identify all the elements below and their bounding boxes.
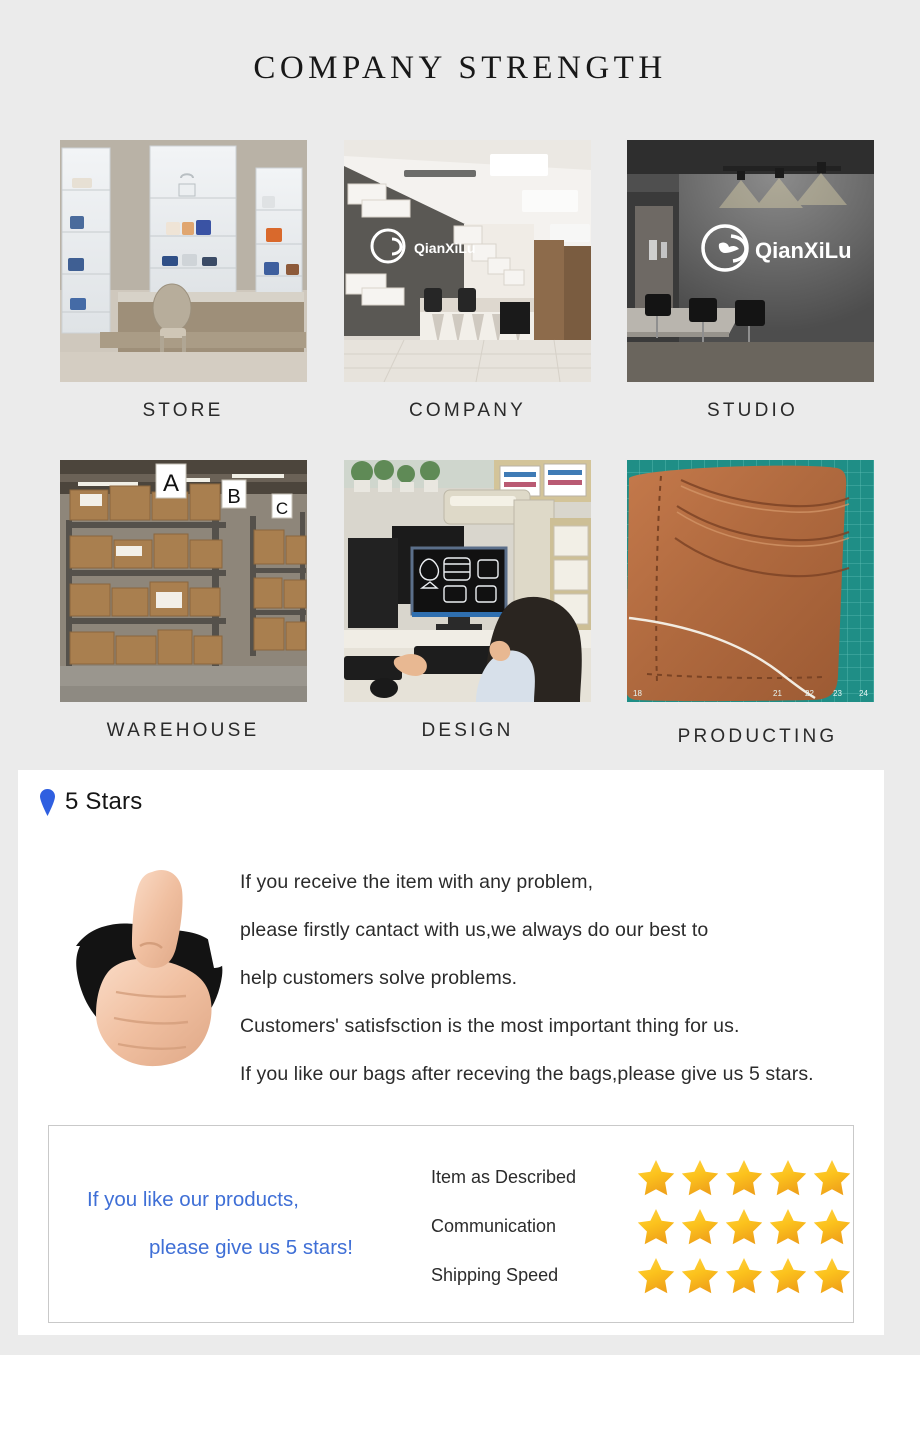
star-icon xyxy=(637,1208,675,1245)
strength-gallery: STORE QianXiLu COMPANY QianXiLu STUDIO A… xyxy=(60,140,875,780)
rating-row-communication: Communication xyxy=(431,1202,851,1251)
star-icon xyxy=(813,1257,851,1294)
star-icon xyxy=(681,1257,719,1294)
company-photo[interactable]: QianXiLu xyxy=(344,140,591,382)
studio-photo[interactable]: QianXiLu xyxy=(627,140,874,382)
star-icon xyxy=(725,1208,763,1245)
star-icon xyxy=(637,1159,675,1196)
svg-text:23: 23 xyxy=(833,689,842,698)
review-text-block: If you receive the item with any problem… xyxy=(240,858,860,1098)
svg-text:22: 22 xyxy=(805,689,814,698)
star-icon xyxy=(637,1257,675,1294)
page-root: COMPANY STRENGTH STORE QianXiLu COMPANY … xyxy=(0,0,920,1430)
gallery-caption-warehouse: WAREHOUSE xyxy=(106,720,260,741)
promo-line-2: please give us 5 stars! xyxy=(149,1236,353,1259)
promo-text-block: If you like our products, please give us… xyxy=(87,1176,407,1272)
rating-row-shipping-speed: Shipping Speed xyxy=(431,1251,851,1300)
star-icon xyxy=(681,1159,719,1196)
gallery-item-warehouse[interactable]: A B C WAREHOUSE xyxy=(60,460,307,742)
rating-label: Communication xyxy=(431,1216,557,1236)
star-icon xyxy=(769,1159,807,1196)
gallery-item-company[interactable]: QianXiLu COMPANY xyxy=(344,140,591,422)
star-icon xyxy=(769,1208,807,1245)
gallery-caption-producing: PRODUCTING xyxy=(677,726,838,747)
review-card: 5 Stars If you receive the item with any… xyxy=(18,770,884,1335)
store-photo[interactable] xyxy=(60,140,307,382)
review-line: help customers solve problems. xyxy=(240,967,518,989)
svg-text:QianXiLu: QianXiLu xyxy=(755,238,852,263)
rating-label: Shipping Speed xyxy=(431,1265,559,1285)
producing-photo[interactable]: 18 21 22 23 24 xyxy=(627,460,874,702)
svg-text:24: 24 xyxy=(859,689,868,698)
rating-rows: Item as Described Communication Shipping… xyxy=(431,1153,851,1300)
star-rating-item-as-described xyxy=(637,1159,851,1196)
rating-label: Item as Described xyxy=(431,1167,577,1187)
star-icon xyxy=(725,1159,763,1196)
gallery-item-store[interactable]: STORE xyxy=(60,140,307,422)
star-icon xyxy=(813,1208,851,1245)
gallery-row-1: STORE QianXiLu COMPANY QianXiLu STUDIO xyxy=(60,140,875,460)
review-line: please firstly cantact with us,we always… xyxy=(240,919,709,941)
svg-text:21: 21 xyxy=(773,689,782,698)
gallery-caption-store: STORE xyxy=(142,400,224,421)
svg-text:C: C xyxy=(276,499,288,518)
star-icon xyxy=(769,1257,807,1294)
gallery-item-design[interactable]: DESIGN xyxy=(344,460,591,742)
gallery-row-2: A B C WAREHOUSE DESIGN 18 21 22 23 24 PR… xyxy=(60,460,875,780)
warehouse-photo[interactable]: A B C xyxy=(60,460,307,702)
review-heading: 5 Stars xyxy=(65,788,143,815)
review-card-header: 5 Stars xyxy=(40,788,142,816)
review-line: If you receive the item with any problem… xyxy=(240,871,594,893)
rating-row-item-as-described: Item as Described xyxy=(431,1153,851,1202)
star-icon xyxy=(813,1159,851,1196)
gallery-caption-design: DESIGN xyxy=(421,720,514,741)
design-photo[interactable] xyxy=(344,460,591,702)
svg-text:18: 18 xyxy=(633,689,642,698)
location-pin-icon xyxy=(40,788,55,816)
gallery-caption-company: COMPANY xyxy=(408,400,527,421)
thumbs-up-icon xyxy=(60,838,242,1092)
review-line: Customers' satisfsction is the most impo… xyxy=(240,1015,740,1037)
star-rating-communication xyxy=(637,1208,851,1245)
rating-box: If you like our products, please give us… xyxy=(48,1125,854,1323)
svg-text:B: B xyxy=(227,486,240,508)
star-icon xyxy=(725,1257,763,1294)
gallery-item-producing[interactable]: 18 21 22 23 24 PRODUCTING xyxy=(627,460,874,748)
gallery-caption-studio: STUDIO xyxy=(707,400,798,421)
page-title: COMPANY STRENGTH xyxy=(253,50,667,86)
promo-line-1: If you like our products, xyxy=(87,1188,299,1211)
svg-text:A: A xyxy=(163,470,179,497)
star-icon xyxy=(681,1208,719,1245)
star-rating-shipping-speed xyxy=(637,1257,851,1294)
svg-text:QianXiLu: QianXiLu xyxy=(414,240,475,256)
review-line: If you like our bags after receving the … xyxy=(240,1063,814,1085)
gallery-item-studio[interactable]: QianXiLu STUDIO xyxy=(627,140,874,422)
